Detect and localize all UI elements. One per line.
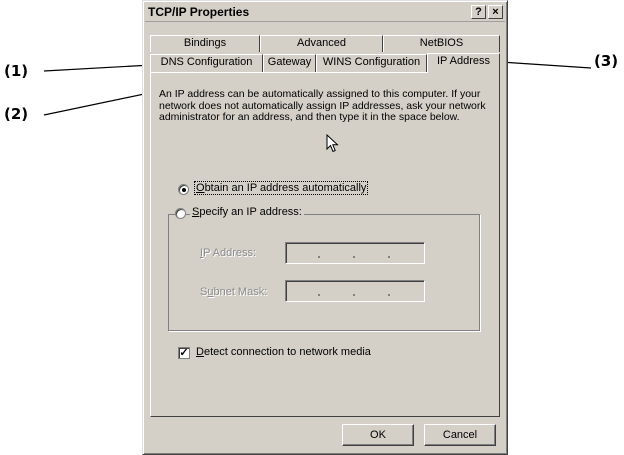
ip-address-label: IP Address: (200, 247, 257, 259)
tab-ip-address[interactable]: IP Address (427, 53, 500, 73)
specify-ip-radio[interactable] (175, 208, 186, 219)
ok-button[interactable]: OK (342, 424, 414, 446)
mouse-cursor-icon (326, 134, 339, 153)
window-title: TCP/IP Properties (148, 5, 250, 19)
help-button[interactable]: ? (471, 5, 486, 19)
tcpip-properties-dialog: TCP/IP Properties ? × Bindings Advanced … (142, 0, 508, 455)
cancel-button[interactable]: Cancel (424, 424, 496, 446)
description-text: An IP address can be automatically assig… (159, 88, 486, 123)
callout-2: (2) (4, 105, 29, 123)
obtain-automatically-label[interactable]: Obtain an IP address automatically (193, 181, 369, 195)
ip-address-input[interactable] (285, 242, 425, 264)
specify-ip-label[interactable]: Specify an IP address: (190, 206, 304, 218)
tab-advanced[interactable]: Advanced (260, 35, 383, 52)
specify-ip-groupbox (168, 214, 480, 331)
close-button[interactable]: × (488, 5, 503, 19)
obtain-automatically-radio[interactable] (178, 184, 189, 195)
callout-3: (3) (594, 52, 619, 70)
tab-gateway[interactable]: Gateway (263, 54, 316, 72)
callout-1: (1) (4, 62, 29, 80)
tab-dns-configuration[interactable]: DNS Configuration (150, 54, 263, 72)
tab-netbios[interactable]: NetBIOS (383, 35, 500, 52)
detect-connection-label[interactable]: Detect connection to network media (196, 346, 371, 358)
title-bar: TCP/IP Properties ? × (145, 3, 505, 22)
detect-connection-checkbox[interactable]: ✓ (178, 347, 190, 359)
tab-wins-configuration[interactable]: WINS Configuration (316, 54, 427, 72)
subnet-mask-label: Subnet Mask: (200, 286, 268, 298)
tab-bindings[interactable]: Bindings (150, 35, 260, 52)
subnet-mask-input[interactable] (285, 280, 425, 302)
